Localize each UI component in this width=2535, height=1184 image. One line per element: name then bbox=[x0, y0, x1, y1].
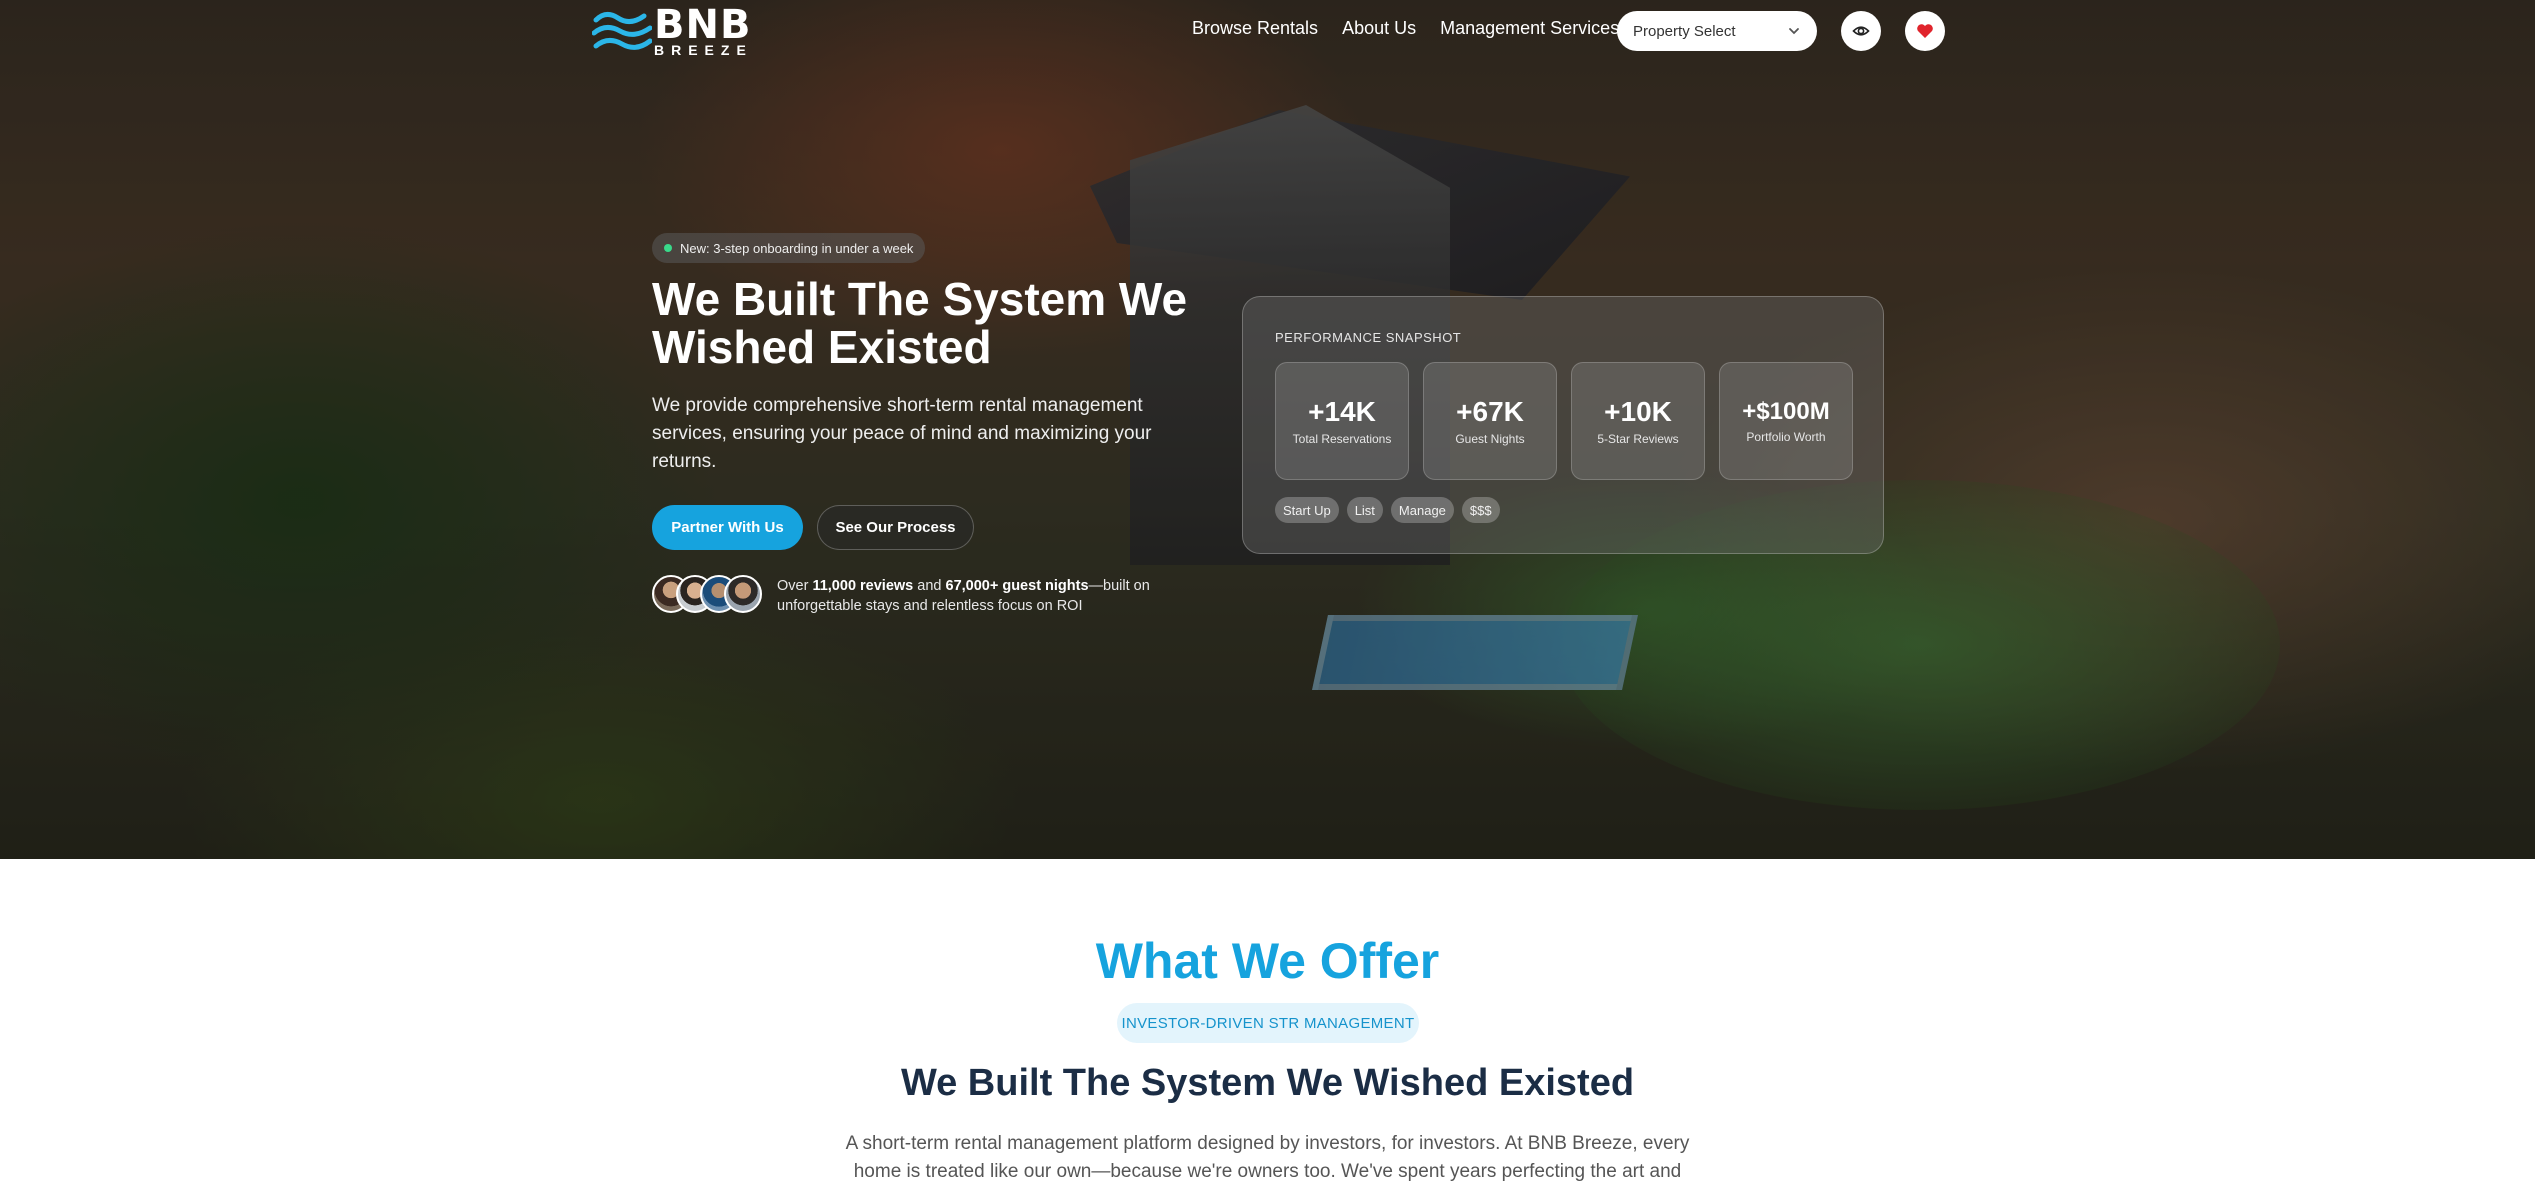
stat-value: +14K bbox=[1308, 396, 1376, 427]
stat-label: 5-Star Reviews bbox=[1597, 432, 1679, 446]
social-proof-text: Over 11,000 reviews and 67,000+ guest ni… bbox=[777, 576, 1157, 616]
proof-mid: and bbox=[913, 578, 946, 594]
status-dot bbox=[664, 244, 672, 252]
view-button[interactable] bbox=[1841, 11, 1881, 51]
chip-start-up: Start Up bbox=[1275, 497, 1339, 523]
offer-heading: We Built The System We Wished Existed bbox=[900, 1062, 1635, 1104]
performance-title: PERFORMANCE SNAPSHOT bbox=[1275, 330, 1462, 345]
stat-guest-nights: +67K Guest Nights bbox=[1423, 362, 1557, 480]
proof-nights: 67,000+ guest nights bbox=[945, 578, 1089, 594]
waves-logo-icon bbox=[592, 12, 652, 50]
nav-links: Browse Rentals About Us Management Servi… bbox=[1192, 18, 1619, 39]
chip-profit: $$$ bbox=[1461, 497, 1500, 523]
nav-management-services[interactable]: Management Services bbox=[1440, 18, 1619, 39]
offer-tag-pill: INVESTOR-DRIVEN STR MANAGEMENT bbox=[1117, 1003, 1419, 1043]
avatar bbox=[724, 575, 762, 613]
hero-section: BNB BREEZE Browse Rentals About Us Manag… bbox=[0, 0, 2535, 859]
process-chips: Start Up List Manage $$$ bbox=[1275, 497, 1500, 523]
stat-total-reservations: +14K Total Reservations bbox=[1275, 362, 1409, 480]
proof-prefix: Over bbox=[777, 578, 813, 594]
chip-manage: Manage bbox=[1390, 497, 1454, 523]
nav-browse-rentals[interactable]: Browse Rentals bbox=[1192, 18, 1318, 39]
property-select-value: Property Select bbox=[1633, 22, 1736, 40]
logo-wordmark: BNB bbox=[654, 2, 752, 48]
stat-label: Portfolio Worth bbox=[1746, 430, 1826, 444]
stat-five-star-reviews: +10K 5-Star Reviews bbox=[1571, 362, 1705, 480]
heart-icon bbox=[1917, 24, 1933, 38]
stat-label: Guest Nights bbox=[1455, 432, 1525, 446]
stat-value: +$100M bbox=[1742, 398, 1830, 425]
badge-text: New: 3-step onboarding in under a week bbox=[680, 240, 914, 256]
stat-value: +67K bbox=[1456, 396, 1524, 427]
partner-with-us-button[interactable]: Partner With Us bbox=[652, 505, 803, 550]
favorites-button[interactable] bbox=[1905, 11, 1945, 51]
hero-subtitle: We provide comprehensive short-term rent… bbox=[652, 395, 1152, 472]
brand-logo[interactable]: BNB BREEZE bbox=[592, 4, 762, 58]
see-our-process-button[interactable]: See Our Process bbox=[817, 505, 974, 550]
onboarding-badge: New: 3-step onboarding in under a week bbox=[652, 233, 926, 263]
chip-list: List bbox=[1346, 497, 1383, 523]
hero-title: We Built The System We Wished Existed bbox=[652, 273, 1188, 373]
offer-section-title: What We Offer bbox=[1095, 933, 1440, 989]
property-select[interactable]: Property Select bbox=[1617, 11, 1817, 51]
stat-portfolio-worth: +$100M Portfolio Worth bbox=[1719, 362, 1853, 480]
nav-about-us[interactable]: About Us bbox=[1342, 18, 1416, 39]
chevron-down-icon bbox=[1789, 28, 1799, 35]
stat-label: Total Reservations bbox=[1292, 432, 1392, 446]
avatar-group bbox=[652, 575, 762, 613]
proof-reviews: 11,000 reviews bbox=[812, 578, 914, 594]
eye-icon bbox=[1852, 26, 1870, 36]
logo-subtext: BREEZE bbox=[654, 42, 753, 58]
offer-body-text: A short-term rental management platform … bbox=[845, 1133, 1690, 1182]
top-nav: BNB BREEZE Browse Rentals About Us Manag… bbox=[0, 0, 2535, 60]
stat-value: +10K bbox=[1604, 396, 1672, 427]
performance-snapshot-card: PERFORMANCE SNAPSHOT +14K Total Reservat… bbox=[1242, 296, 1884, 554]
